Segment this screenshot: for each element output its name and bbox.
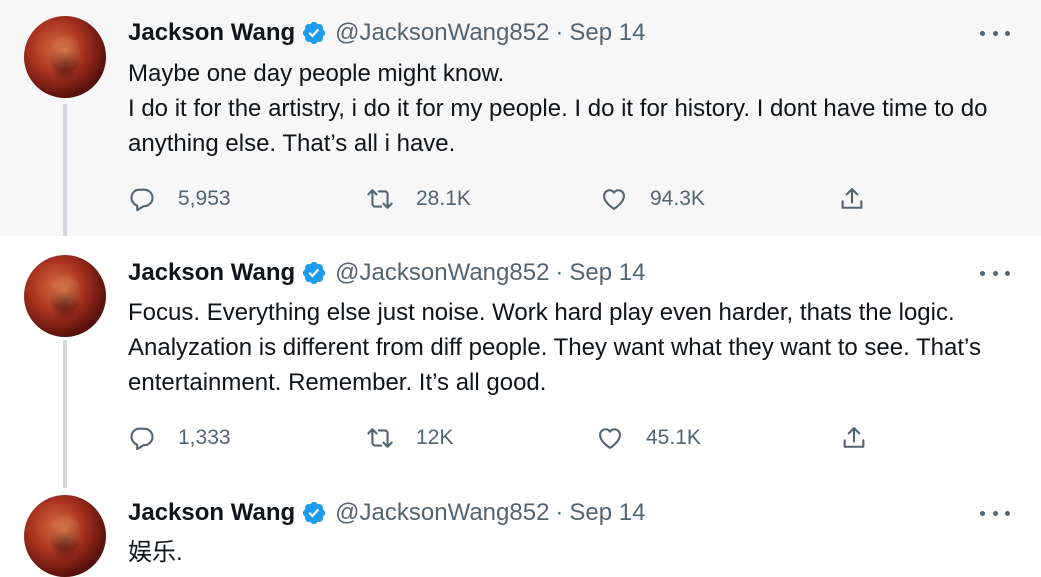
tweet[interactable]: Jackson Wang @JacksonWang852 · Sep 14 Ma… <box>0 0 1041 236</box>
like-icon <box>599 428 621 449</box>
author-name[interactable]: Jackson Wang <box>128 19 295 47</box>
retweet-count: 28.1K <box>416 187 471 210</box>
like-button[interactable]: 94.3K <box>600 184 705 214</box>
separator: · <box>555 259 564 286</box>
thread-line <box>63 104 67 236</box>
avatar[interactable] <box>24 495 106 577</box>
tweet-header: Jackson Wang @JacksonWang852 · Sep 14 <box>128 257 646 289</box>
reply-button[interactable]: 1,333 <box>128 423 231 453</box>
reply-icon <box>130 427 154 451</box>
tweet-text: Maybe one day people might know. I do it… <box>128 60 988 157</box>
reply-count: 5,953 <box>178 187 231 210</box>
author-handle[interactable]: @JacksonWang852 <box>335 499 549 527</box>
share-button[interactable] <box>838 184 888 214</box>
avatar[interactable] <box>24 16 106 98</box>
tweet-text: 娱乐. <box>128 539 183 566</box>
tweet-header: Jackson Wang @JacksonWang852 · Sep 14 <box>128 497 646 529</box>
verified-badge-icon <box>303 21 326 45</box>
tweet[interactable]: Jackson Wang @JacksonWang852 · Sep 14 Fo… <box>0 236 1041 488</box>
retweet-icon <box>367 189 393 209</box>
avatar[interactable] <box>24 255 106 337</box>
tweet[interactable]: Jackson Wang @JacksonWang852 · Sep 14 娱乐… <box>0 476 1041 577</box>
like-icon <box>603 189 625 210</box>
author-name[interactable]: Jackson Wang <box>128 499 295 527</box>
like-count: 45.1K <box>646 426 701 449</box>
verified-badge-icon <box>303 501 326 525</box>
tweet-text: Focus. Everything else just noise. Work … <box>128 299 981 396</box>
separator: · <box>555 499 564 526</box>
thread-line <box>63 340 67 488</box>
tweet-actions: 5,953 28.1K 94.3K <box>128 184 888 214</box>
author-handle[interactable]: @JacksonWang852 <box>335 19 549 47</box>
share-icon <box>843 427 865 448</box>
retweet-count: 12K <box>416 426 454 449</box>
separator: · <box>555 19 564 46</box>
retweet-button[interactable]: 12K <box>366 423 453 453</box>
tweet-date[interactable]: Sep 14 <box>569 499 645 527</box>
retweet-button[interactable]: 28.1K <box>366 184 471 214</box>
like-count: 94.3K <box>650 187 705 210</box>
author-handle[interactable]: @JacksonWang852 <box>335 259 549 287</box>
reply-count: 1,333 <box>178 426 231 449</box>
share-icon <box>841 188 863 209</box>
reply-button[interactable]: 5,953 <box>128 184 231 214</box>
reply-icon <box>130 188 154 212</box>
verified-badge-icon <box>303 261 326 285</box>
tweet-header: Jackson Wang @JacksonWang852 · Sep 14 <box>128 17 646 49</box>
tweet-actions: 1,333 12K 45.1K <box>128 423 888 453</box>
author-name[interactable]: Jackson Wang <box>128 259 295 287</box>
more-icon[interactable] <box>980 23 1010 43</box>
tweet-date[interactable]: Sep 14 <box>569 19 645 47</box>
tweet-date[interactable]: Sep 14 <box>569 259 645 287</box>
more-icon[interactable] <box>980 263 1010 283</box>
like-button[interactable]: 45.1K <box>596 423 701 453</box>
more-icon[interactable] <box>980 503 1010 523</box>
retweet-icon <box>367 428 393 448</box>
share-button[interactable] <box>840 423 890 453</box>
